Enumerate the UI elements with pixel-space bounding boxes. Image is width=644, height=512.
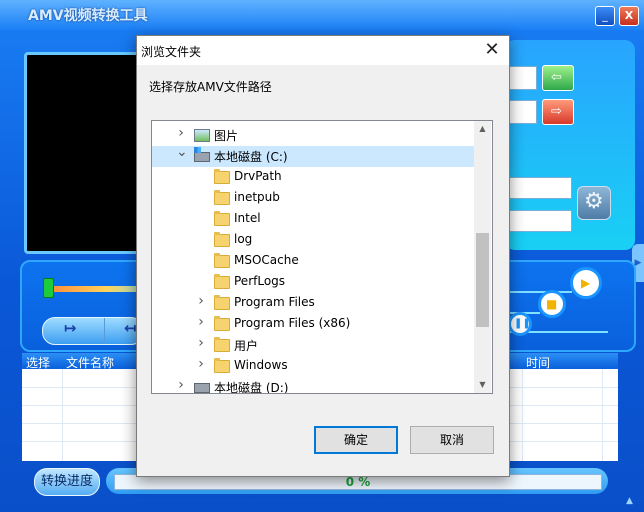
dialog-prompt: 选择存放AMV文件路径 <box>149 80 272 94</box>
seek-handle[interactable] <box>43 278 54 298</box>
grid-line <box>602 369 603 461</box>
chevron-right-icon[interactable]: › <box>196 294 206 308</box>
close-icon: ✕ <box>484 39 500 60</box>
tree-item[interactable]: Intel <box>152 209 476 230</box>
folder-icon <box>214 232 230 247</box>
tree-item[interactable]: › Windows <box>152 356 476 377</box>
mark-in-icon[interactable]: ↦ <box>64 319 77 337</box>
folder-icon <box>214 337 230 352</box>
tree-item-label: Program Files (x86) <box>234 316 351 330</box>
folder-icon <box>214 316 230 331</box>
tree-item-label: Windows <box>234 358 288 372</box>
tree-item[interactable]: DrvPath <box>152 167 476 188</box>
chevron-right-icon[interactable]: › <box>176 126 186 140</box>
folder-icon <box>214 295 230 310</box>
tree-item-label: inetpub <box>234 190 280 204</box>
chevron-right-icon[interactable]: › <box>196 336 206 350</box>
save-folder-icon: ⇨ <box>551 104 562 119</box>
chevron-right-icon[interactable]: › <box>196 315 206 329</box>
grid-line <box>522 369 523 461</box>
tree-item-label: 图片 <box>214 129 239 143</box>
pictures-icon <box>194 129 210 142</box>
tree-item[interactable]: › Program Files (x86) <box>152 314 476 335</box>
video-preview <box>24 52 148 254</box>
open-file-icon: ⇦ <box>551 70 562 85</box>
drive-icon <box>194 383 210 393</box>
cancel-button[interactable]: 取消 <box>410 426 494 454</box>
folder-icon <box>214 274 230 289</box>
progress-text: 0 % <box>345 475 371 489</box>
folder-icon <box>214 253 230 268</box>
open-file-button[interactable]: ⇦ <box>542 65 574 91</box>
tree-item[interactable]: › Program Files <box>152 293 476 314</box>
grid-line <box>62 369 63 461</box>
play-icon: ▶ <box>581 276 591 290</box>
scroll-up-icon[interactable]: ▲ <box>474 121 491 137</box>
tree-scrollbar[interactable]: ▲ ▼ <box>474 121 491 393</box>
gear-icon: ⚙ <box>584 189 604 214</box>
pause-icon: ❚❚ <box>514 318 531 329</box>
folder-icon <box>214 169 230 184</box>
param-field-2[interactable] <box>505 210 572 232</box>
tree-item-label: Program Files <box>234 295 315 309</box>
tree-item[interactable]: PerfLogs <box>152 272 476 293</box>
tree-item[interactable]: › 本地磁盘 (D:) <box>152 377 476 394</box>
tree-item-label: log <box>234 232 253 246</box>
stop-button[interactable]: ■ <box>538 290 566 318</box>
column-select[interactable]: 选择 <box>26 354 50 371</box>
scroll-thumb[interactable] <box>476 233 489 327</box>
dialog-close-button[interactable]: ✕ <box>479 40 505 62</box>
folder-tree[interactable]: › 图片 ⌄ 本地磁盘 (C:) DrvPath inetpub Intel log MSOCa… <box>151 120 493 394</box>
column-time[interactable]: 时间 <box>526 354 550 371</box>
tree-item-label: DrvPath <box>234 169 282 183</box>
mark-out-icon[interactable]: ↤ <box>124 319 137 337</box>
tree-item[interactable]: log <box>152 230 476 251</box>
column-filename[interactable]: 文件名称 <box>66 354 114 371</box>
ok-button[interactable]: 确定 <box>314 426 398 454</box>
dialog-title: 浏览文件夹 <box>141 45 202 59</box>
app-titlebar: AMV视频转换工具 _ X <box>0 0 644 30</box>
tree-item[interactable]: inetpub <box>152 188 476 209</box>
dialog-titlebar: 浏览文件夹 ✕ <box>137 36 509 65</box>
close-button[interactable]: X <box>619 6 639 26</box>
tree-item-label: MSOCache <box>234 253 299 267</box>
chevron-down-icon[interactable]: ⌄ <box>176 145 188 159</box>
folder-icon <box>214 358 230 373</box>
browse-folder-dialog: 浏览文件夹 ✕ 选择存放AMV文件路径 › 图片 ⌄ 本地磁盘 (C:) DrvPath… <box>136 35 510 477</box>
tree-item-label: Intel <box>234 211 261 225</box>
save-folder-button[interactable]: ⇨ <box>542 99 574 125</box>
minimize-button[interactable]: _ <box>595 6 615 26</box>
conversion-progress-button[interactable]: 转换进度 <box>34 468 100 496</box>
tree-item[interactable]: ⌄ 本地磁盘 (C:) <box>152 145 476 167</box>
app-title: AMV视频转换工具 <box>28 8 148 24</box>
tree-item[interactable]: › 图片 <box>152 125 476 146</box>
tree-item-label: 本地磁盘 (C:) <box>214 150 288 164</box>
chevron-right-icon[interactable]: › <box>196 357 206 371</box>
mark-buttons-divider <box>104 318 105 343</box>
tree-item[interactable]: › 用户 <box>152 335 476 356</box>
drive-icon <box>194 147 210 162</box>
tree-item-label: 用户 <box>234 339 259 353</box>
param-field-1[interactable] <box>505 177 572 199</box>
play-button[interactable]: ▶ <box>570 267 602 299</box>
chevron-right-icon[interactable]: › <box>176 378 186 392</box>
tree-item-label: PerfLogs <box>234 274 286 288</box>
pause-button[interactable]: ❚❚ <box>508 312 532 336</box>
folder-icon <box>214 190 230 205</box>
tree-item-label: 本地磁盘 (D:) <box>214 381 289 394</box>
settings-button[interactable]: ⚙ <box>577 186 611 220</box>
resize-grip-icon[interactable]: ▲ <box>626 496 633 506</box>
scroll-down-icon[interactable]: ▼ <box>474 377 491 393</box>
stop-icon: ■ <box>546 297 558 311</box>
folder-icon <box>214 211 230 226</box>
tree-item[interactable]: MSOCache <box>152 251 476 272</box>
